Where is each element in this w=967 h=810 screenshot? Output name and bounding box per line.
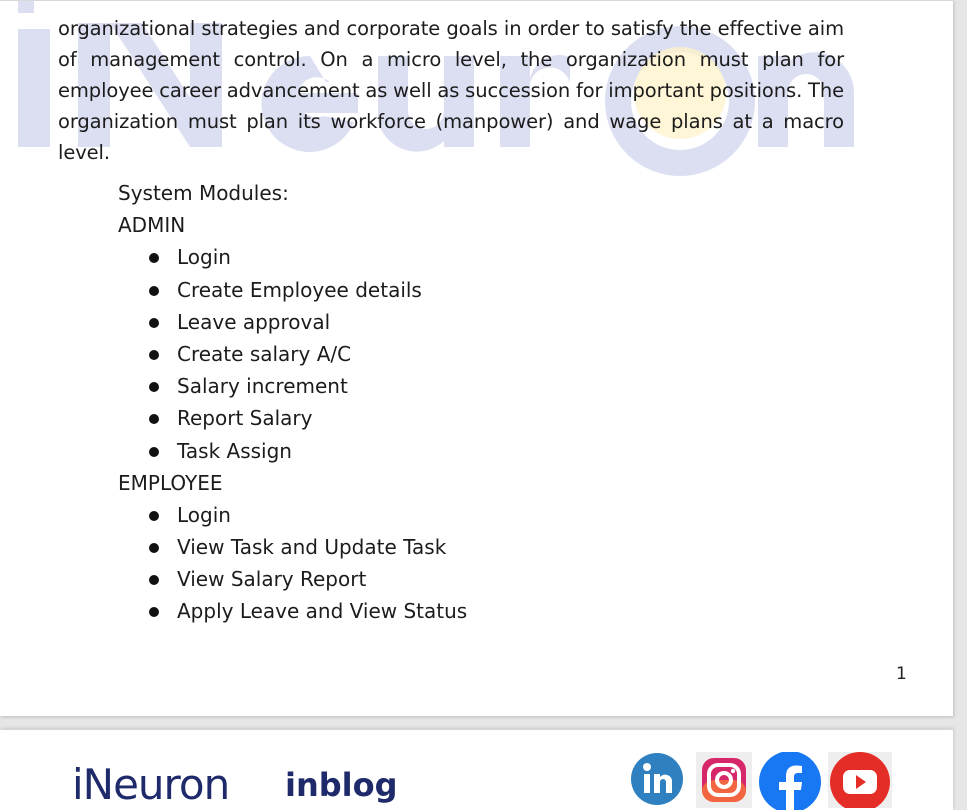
list-item: Leave approval	[118, 306, 818, 338]
document-page: organizational strategies and corporate …	[0, 0, 953, 716]
list-item: Salary increment	[118, 370, 818, 402]
youtube-icon[interactable]	[828, 752, 892, 808]
bullet-icon	[149, 285, 159, 296]
bullet-icon	[149, 543, 159, 554]
bullet-icon	[149, 349, 159, 360]
facebook-icon[interactable]	[758, 752, 822, 810]
inblog-logo-text: inblog	[285, 766, 398, 804]
bullet-icon	[149, 607, 159, 618]
footer-bar: iNeuron inblog	[0, 729, 953, 810]
list-item: Create Employee details	[118, 274, 818, 306]
list-item: Task Assign	[118, 435, 818, 467]
system-modules-section: System Modules: ADMIN Login Create Emplo…	[118, 177, 818, 628]
body-paragraph: organizational strategies and corporate …	[58, 17, 844, 164]
bullet-icon	[149, 575, 159, 586]
admin-heading: ADMIN	[118, 213, 186, 238]
list-item: Create salary A/C	[118, 338, 818, 370]
bullet-icon	[149, 382, 159, 393]
list-item: Login	[118, 499, 818, 531]
brand-logo-text: iNeuron	[72, 760, 230, 809]
list-item: View Task and Update Task	[118, 531, 818, 563]
list-item: Login	[118, 241, 818, 273]
modules-heading: System Modules:	[118, 181, 289, 205]
bullet-icon	[149, 414, 159, 425]
employee-module-list: Login View Task and Update Task View Sal…	[118, 499, 818, 628]
bullet-icon	[149, 253, 159, 264]
list-item: View Salary Report	[118, 563, 818, 595]
instagram-icon[interactable]	[696, 752, 752, 808]
list-item: Report Salary	[118, 402, 818, 434]
page-number: 1	[896, 664, 907, 684]
bullet-icon	[149, 446, 159, 457]
admin-module-list: Login Create Employee details Leave appr…	[118, 241, 818, 466]
list-item: Apply Leave and View Status	[118, 595, 818, 627]
linkedin-icon[interactable]	[630, 752, 684, 806]
bullet-icon	[149, 510, 159, 521]
employee-heading: EMPLOYEE	[118, 470, 223, 495]
bullet-icon	[149, 317, 159, 328]
